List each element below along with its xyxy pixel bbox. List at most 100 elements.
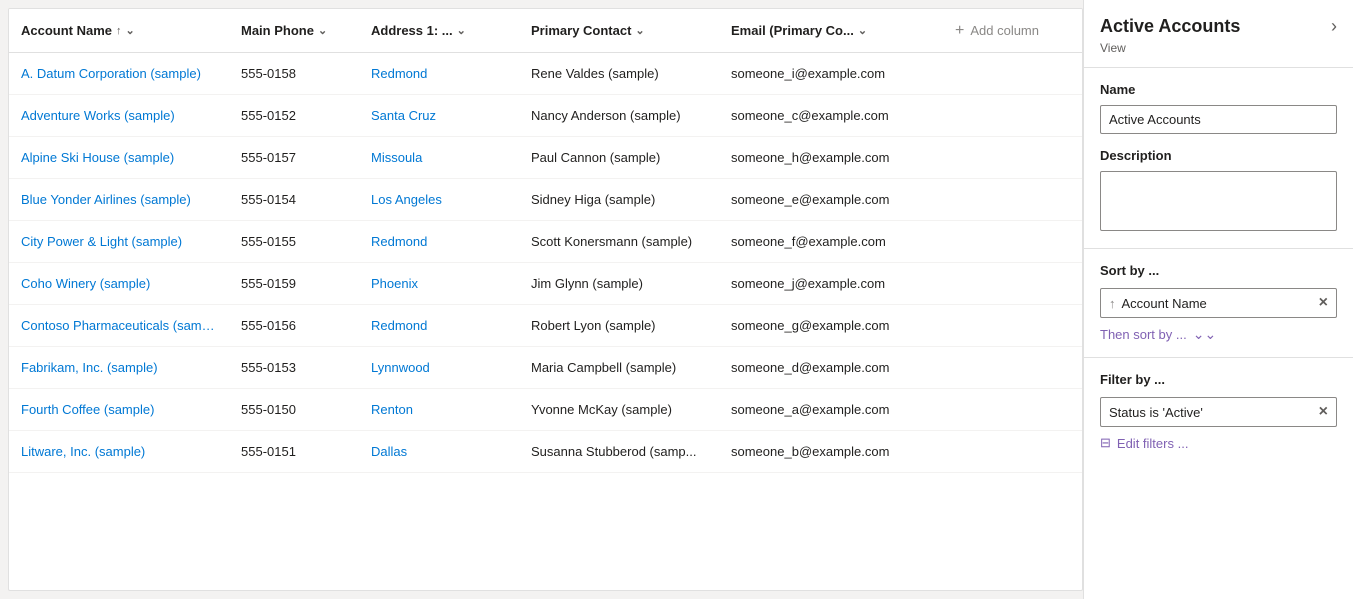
table-row[interactable]: Coho Winery (sample) 555-0159 Phoenix Ji… [9, 263, 1082, 305]
description-section: Description [1084, 148, 1353, 248]
address-col-chevron-icon [457, 24, 466, 37]
table-row[interactable]: A. Datum Corporation (sample) 555-0158 R… [9, 53, 1082, 95]
accounts-table-area: Account Name Main Phone Address 1: ... P… [8, 8, 1083, 591]
table-header: Account Name Main Phone Address 1: ... P… [9, 9, 1082, 53]
cell-address-8[interactable]: Renton [359, 392, 519, 427]
cell-phone-3: 555-0154 [229, 182, 359, 217]
cell-phone-4: 555-0155 [229, 224, 359, 259]
account-col-chevron-icon [126, 24, 135, 37]
add-column-label: Add column [970, 23, 1039, 38]
cell-phone-8: 555-0150 [229, 392, 359, 427]
cell-account-3[interactable]: Blue Yonder Airlines (sample) [9, 182, 229, 217]
cell-address-3[interactable]: Los Angeles [359, 182, 519, 217]
cell-address-6[interactable]: Redmond [359, 308, 519, 343]
right-panel: Active Accounts View Name Description So… [1083, 0, 1353, 599]
sort-pill: Account Name [1100, 288, 1337, 318]
sort-remove-button[interactable] [1319, 294, 1328, 312]
sort-field-text: Account Name [1122, 296, 1313, 311]
edit-filters-label: Edit filters ... [1117, 436, 1189, 451]
filter-by-label: Filter by ... [1100, 372, 1337, 387]
cell-contact-8: Yvonne McKay (sample) [519, 392, 719, 427]
column-header-phone[interactable]: Main Phone [229, 13, 359, 48]
panel-title: Active Accounts [1100, 16, 1240, 37]
cell-account-8[interactable]: Fourth Coffee (sample) [9, 392, 229, 427]
cell-contact-5: Jim Glynn (sample) [519, 266, 719, 301]
cell-contact-2: Paul Cannon (sample) [519, 140, 719, 175]
cell-email-0: someone_i@example.com [719, 56, 939, 91]
cell-account-5[interactable]: Coho Winery (sample) [9, 266, 229, 301]
filter-remove-button[interactable] [1319, 403, 1328, 421]
table-row[interactable]: Fourth Coffee (sample) 555-0150 Renton Y… [9, 389, 1082, 431]
cell-account-2[interactable]: Alpine Ski House (sample) [9, 140, 229, 175]
table-row[interactable]: Litware, Inc. (sample) 555-0151 Dallas S… [9, 431, 1082, 473]
phone-col-chevron-icon [318, 24, 327, 37]
phone-col-label: Main Phone [241, 23, 314, 38]
filter-section: Filter by ... Status is 'Active' ⊟ Edit … [1084, 357, 1353, 465]
panel-header: Active Accounts [1084, 0, 1353, 41]
email-col-chevron-icon [858, 24, 867, 37]
account-name-col-label: Account Name [21, 23, 112, 38]
cell-account-4[interactable]: City Power & Light (sample) [9, 224, 229, 259]
cell-contact-6: Robert Lyon (sample) [519, 308, 719, 343]
table-row[interactable]: Fabrikam, Inc. (sample) 555-0153 Lynnwoo… [9, 347, 1082, 389]
sort-by-label: Sort by ... [1100, 263, 1337, 278]
cell-email-3: someone_e@example.com [719, 182, 939, 217]
cell-account-1[interactable]: Adventure Works (sample) [9, 98, 229, 133]
email-col-label: Email (Primary Co... [731, 23, 854, 38]
table-body: A. Datum Corporation (sample) 555-0158 R… [9, 53, 1082, 590]
cell-account-6[interactable]: Contoso Pharmaceuticals (sample) [9, 308, 229, 343]
cell-address-9[interactable]: Dallas [359, 434, 519, 469]
cell-address-5[interactable]: Phoenix [359, 266, 519, 301]
panel-close-icon[interactable] [1331, 16, 1337, 37]
description-label: Description [1100, 148, 1337, 163]
cell-address-2[interactable]: Missoula [359, 140, 519, 175]
then-sort-button[interactable]: Then sort by ... ⌄ [1100, 326, 1216, 343]
cell-address-0[interactable]: Redmond [359, 56, 519, 91]
table-row[interactable]: City Power & Light (sample) 555-0155 Red… [9, 221, 1082, 263]
cell-phone-9: 555-0151 [229, 434, 359, 469]
name-section: Name [1084, 68, 1353, 148]
cell-email-2: someone_h@example.com [719, 140, 939, 175]
address-col-label: Address 1: ... [371, 23, 453, 38]
cell-email-9: someone_b@example.com [719, 434, 939, 469]
cell-address-1[interactable]: Santa Cruz [359, 98, 519, 133]
contact-col-chevron-icon [635, 24, 644, 37]
cell-contact-1: Nancy Anderson (sample) [519, 98, 719, 133]
cell-address-7[interactable]: Lynnwood [359, 350, 519, 385]
cell-contact-9: Susanna Stubberod (samp... [519, 434, 719, 469]
cell-contact-0: Rene Valdes (sample) [519, 56, 719, 91]
table-row[interactable]: Alpine Ski House (sample) 555-0157 Misso… [9, 137, 1082, 179]
add-column-button[interactable]: Add column [939, 12, 1055, 50]
cell-phone-7: 555-0153 [229, 350, 359, 385]
column-header-email[interactable]: Email (Primary Co... [719, 13, 939, 48]
table-row[interactable]: Blue Yonder Airlines (sample) 555-0154 L… [9, 179, 1082, 221]
filter-value-text: Status is 'Active' [1109, 405, 1313, 420]
filter-pill: Status is 'Active' [1100, 397, 1337, 427]
cell-email-1: someone_c@example.com [719, 98, 939, 133]
then-sort-chevron-icon: ⌄ [1193, 326, 1216, 343]
cell-phone-0: 555-0158 [229, 56, 359, 91]
sort-section: Sort by ... Account Name Then sort by ..… [1084, 248, 1353, 357]
sort-ascending-icon [116, 25, 122, 37]
cell-account-0[interactable]: A. Datum Corporation (sample) [9, 56, 229, 91]
column-header-address[interactable]: Address 1: ... [359, 13, 519, 48]
cell-contact-3: Sidney Higa (sample) [519, 182, 719, 217]
description-textarea[interactable] [1100, 171, 1337, 231]
cell-email-8: someone_a@example.com [719, 392, 939, 427]
cell-account-7[interactable]: Fabrikam, Inc. (sample) [9, 350, 229, 385]
table-row[interactable]: Adventure Works (sample) 555-0152 Santa … [9, 95, 1082, 137]
cell-phone-6: 555-0156 [229, 308, 359, 343]
contact-col-label: Primary Contact [531, 23, 631, 38]
cell-phone-2: 555-0157 [229, 140, 359, 175]
edit-filters-button[interactable]: ⊟ Edit filters ... [1100, 435, 1188, 451]
cell-email-5: someone_j@example.com [719, 266, 939, 301]
cell-account-9[interactable]: Litware, Inc. (sample) [9, 434, 229, 469]
name-label: Name [1100, 82, 1337, 97]
cell-address-4[interactable]: Redmond [359, 224, 519, 259]
panel-subtitle: View [1084, 41, 1353, 67]
column-header-account[interactable]: Account Name [9, 13, 229, 48]
column-header-contact[interactable]: Primary Contact [519, 13, 719, 48]
name-input[interactable] [1100, 105, 1337, 134]
table-row[interactable]: Contoso Pharmaceuticals (sample) 555-015… [9, 305, 1082, 347]
then-sort-label: Then sort by ... [1100, 327, 1187, 342]
